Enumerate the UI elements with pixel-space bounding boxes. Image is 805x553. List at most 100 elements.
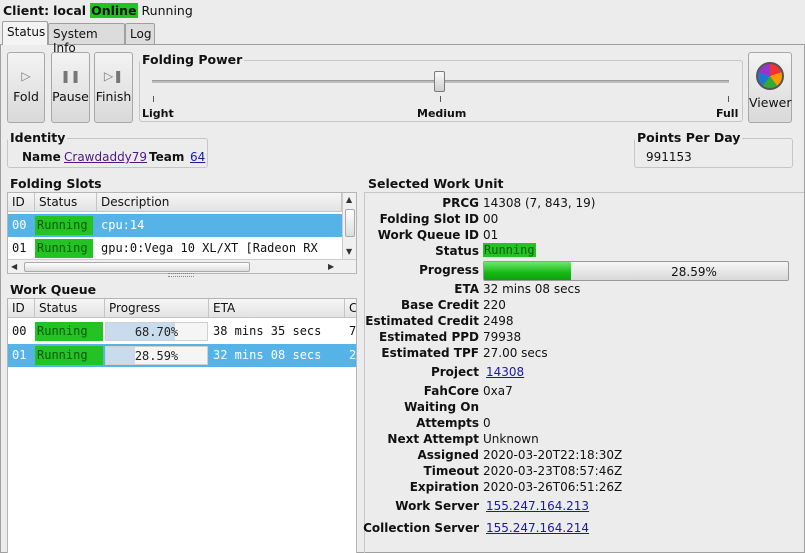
slot-id: 01 <box>12 241 27 255</box>
pause-button-label: Pause <box>52 89 89 104</box>
slider-label-full: Full <box>716 107 739 120</box>
work-unit-values: 14308 (7, 843, 19) 00 01 Running 32 mins… <box>483 196 793 546</box>
attempts-value: 0 <box>483 416 491 430</box>
points-title: Points Per Day <box>635 130 743 145</box>
queue-id-label: Work Queue ID <box>377 228 479 242</box>
eta-label: ETA <box>454 282 479 296</box>
wu-id: 00 <box>12 324 27 338</box>
finish-button-label: Finish <box>95 89 132 104</box>
wu-id: 01 <box>12 348 27 362</box>
collection-server-link[interactable]: 155.247.164.214 <box>486 521 589 535</box>
fahcore-value: 0xa7 <box>483 384 513 398</box>
expiration-value: 2020-03-26T06:51:26Z <box>483 480 623 494</box>
splitter-handle[interactable] <box>168 273 194 277</box>
folding-slot-row[interactable]: 01 Running gpu:0:Vega 10 XL/XT [Radeon R… <box>8 237 342 260</box>
work-unit-progress-bar: 28.59% <box>483 261 789 281</box>
estimated-credit-label: Estimated Credit <box>365 314 479 328</box>
estimated-ppd-label: Estimated PPD <box>379 330 479 344</box>
column-header-eta[interactable]: ETA <box>209 299 345 318</box>
scroll-right-icon[interactable]: ▶ <box>328 262 334 271</box>
work-queue-table: ID Status Progress ETA Cr 00 Running 68.… <box>7 298 357 553</box>
identity-title: Identity <box>8 130 68 145</box>
status-value-badge: Running <box>483 243 536 257</box>
wu-status-badge: Running <box>35 322 103 341</box>
slot-description: gpu:0:Vega 10 XL/XT [Radeon RX <box>101 241 318 255</box>
scroll-thumb[interactable] <box>24 262 250 272</box>
work-queue-title: Work Queue <box>8 282 99 297</box>
identity-name-link[interactable]: Crawdaddy79 <box>64 150 147 164</box>
slot-status-badge: Running <box>35 216 93 235</box>
wu-credit: 7 <box>349 324 357 338</box>
expiration-label: Expiration <box>409 480 479 494</box>
pause-button[interactable]: ❚❚ Pause <box>51 52 90 123</box>
attempts-label: Attempts <box>416 416 479 430</box>
timeout-value: 2020-03-23T08:57:46Z <box>483 464 623 478</box>
wu-eta: 32 mins 08 secs <box>213 348 322 362</box>
wu-progress-text: 68.70% <box>134 325 179 339</box>
status-label: Status <box>435 244 479 258</box>
work-queue-row[interactable]: 01 Running 28.59% 32 mins 08 secs 2 <box>8 344 356 367</box>
scroll-up-icon[interactable]: ▲ <box>346 195 352 204</box>
wu-status-badge: Running <box>35 346 103 365</box>
viewer-button[interactable]: Viewer <box>748 52 792 123</box>
folding-slot-row[interactable]: 00 Running cpu:14 <box>8 214 342 237</box>
work-server-label: Work Server <box>395 499 479 513</box>
tab-log[interactable]: Log <box>125 23 155 44</box>
play-icon: ▷ <box>21 69 31 83</box>
slot-id-label: Folding Slot ID <box>379 212 479 226</box>
scroll-down-icon[interactable]: ▼ <box>346 247 352 256</box>
fold-button[interactable]: ▷ Fold <box>7 52 45 123</box>
pause-icon: ❚❚ <box>60 69 81 83</box>
client-status-line: Client: local Online Running <box>3 3 193 18</box>
work-queue-header: ID Status Progress ETA Cr <box>8 299 356 318</box>
assigned-label: Assigned <box>417 448 479 462</box>
wu-progress-bar: 68.70% <box>105 322 208 341</box>
work-unit-progress-fill <box>484 262 571 280</box>
slot-id-value: 00 <box>483 212 499 226</box>
wu-progress-text: 28.59% <box>134 349 179 363</box>
next-attempt-label: Next Attempt <box>387 432 479 446</box>
viewer-icon <box>756 62 784 90</box>
column-header-id[interactable]: ID <box>8 193 35 212</box>
prcg-label: PRCG <box>442 196 479 210</box>
scroll-left-icon[interactable]: ◀ <box>11 262 17 271</box>
column-header-description[interactable]: Description <box>97 193 342 212</box>
work-server-link[interactable]: 155.247.164.213 <box>486 499 589 513</box>
points-value: 991153 <box>646 150 692 164</box>
column-header-status[interactable]: Status <box>35 299 105 318</box>
next-attempt-value: Unknown <box>483 432 539 446</box>
slot-id: 00 <box>12 218 27 232</box>
slots-horizontal-scrollbar[interactable]: ◀ ▶ <box>8 259 356 273</box>
fold-button-label: Fold <box>13 89 39 104</box>
work-unit-progress-text: 28.59% <box>671 265 717 279</box>
identity-team-label: Team <box>149 150 185 164</box>
eta-value: 32 mins 08 secs <box>483 282 581 296</box>
finish-button[interactable]: ▷❚ Finish <box>94 52 133 123</box>
folding-power-slider-thumb[interactable] <box>434 71 445 92</box>
slot-description: cpu:14 <box>101 218 145 232</box>
column-header-id[interactable]: ID <box>8 299 35 318</box>
estimated-tpf-label: Estimated TPF <box>381 346 479 360</box>
identity-team-link[interactable]: 64 <box>190 150 205 164</box>
column-header-credit[interactable]: Cr <box>345 299 356 318</box>
client-online-badge: Online <box>90 3 138 18</box>
slots-vertical-scrollbar[interactable]: ▲ ▼ <box>342 193 356 259</box>
scroll-thumb[interactable] <box>345 209 355 237</box>
slider-tick <box>440 96 441 102</box>
wu-progress-bar: 28.59% <box>105 346 208 365</box>
progress-label: Progress <box>419 263 479 277</box>
column-header-progress[interactable]: Progress <box>105 299 209 318</box>
tab-status[interactable]: Status <box>2 21 48 45</box>
identity-name-label: Name <box>22 150 61 164</box>
tab-system-info[interactable]: System Info <box>48 23 125 55</box>
project-link[interactable]: 14308 <box>486 365 524 379</box>
viewer-button-label: Viewer <box>749 95 792 110</box>
timeout-label: Timeout <box>423 464 479 478</box>
estimated-tpf-value: 27.00 secs <box>483 346 548 360</box>
assigned-value: 2020-03-20T22:18:30Z <box>483 448 623 462</box>
estimated-credit-value: 2498 <box>483 314 514 328</box>
slider-label-medium: Medium <box>417 107 467 120</box>
column-header-status[interactable]: Status <box>35 193 97 212</box>
work-queue-row[interactable]: 00 Running 68.70% 38 mins 35 secs 7 <box>8 320 356 343</box>
base-credit-value: 220 <box>483 298 506 312</box>
